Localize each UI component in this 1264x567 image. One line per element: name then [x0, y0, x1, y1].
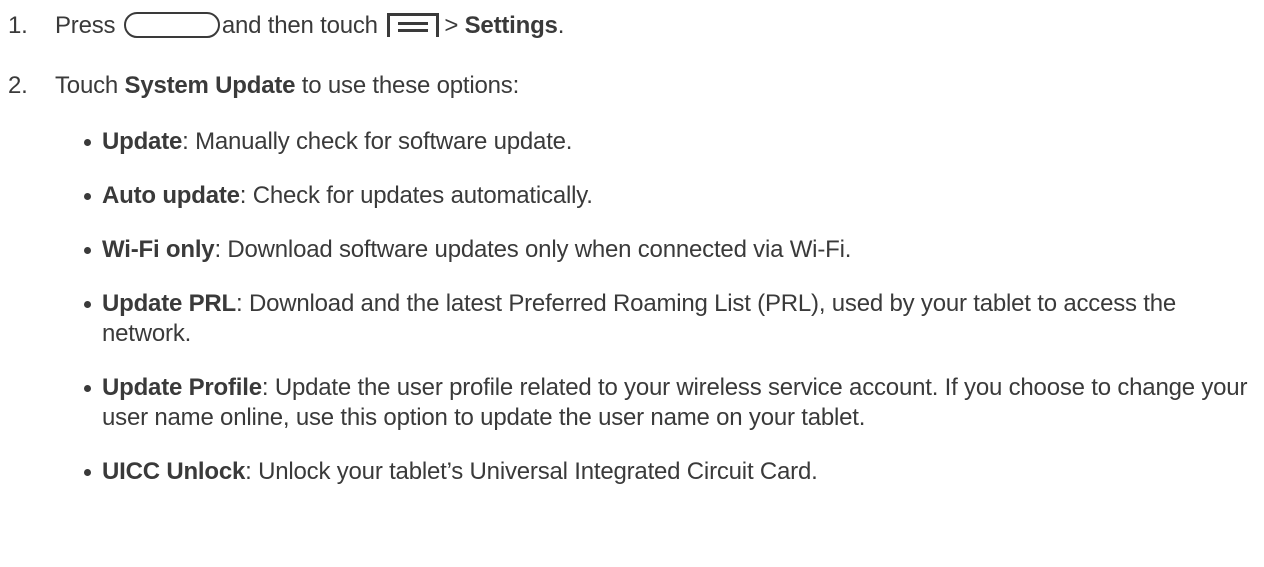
bullet-icon	[84, 193, 91, 200]
step-number: 1.	[8, 12, 28, 39]
bullet-icon	[84, 301, 91, 308]
option-description: : Download software updates only when co…	[214, 236, 852, 263]
list-item: Update: Manually check for software upda…	[84, 127, 1252, 157]
option-term: Update	[102, 128, 183, 155]
step-1: 1. Press and then touch > Settings.	[8, 12, 564, 40]
step-number: 2.	[8, 72, 28, 99]
bullet-icon	[84, 139, 91, 146]
list-item: UICC Unlock: Unlock your tablet’s Univer…	[84, 457, 1252, 487]
list-item: Update PRL: Download and the latest Pref…	[84, 289, 1252, 349]
list-item: Auto update: Check for updates automatic…	[84, 181, 1252, 211]
option-term: UICC Unlock	[102, 458, 246, 485]
options-list: Update: Manually check for software upda…	[84, 127, 1252, 511]
option-description: : Check for updates automatically.	[239, 182, 593, 209]
option-description: : Update the user profile related to you…	[102, 374, 1248, 431]
home-button-icon	[123, 12, 220, 38]
system-update-label: System Update	[124, 72, 296, 99]
settings-label: Settings	[464, 12, 558, 39]
step-2-rest-text: to use these options:	[301, 72, 520, 99]
step-1-press-text: Press	[55, 12, 116, 39]
step-1-period: .	[557, 12, 565, 39]
option-description: : Manually check for software update.	[182, 128, 573, 155]
option-term: Update Profile	[102, 374, 262, 401]
step-2: 2. Touch System Update to use these optio…	[8, 72, 519, 100]
option-description: : Unlock your tablet’s Universal Integra…	[245, 458, 818, 485]
list-item: Wi-Fi only: Download software updates on…	[84, 235, 1252, 265]
step-1-and-then-touch-text: and then touch	[221, 12, 378, 39]
bullet-icon	[84, 247, 91, 254]
step-2-touch-text: Touch	[55, 72, 119, 99]
bullet-icon	[84, 469, 91, 476]
option-term: Wi-Fi only	[102, 236, 215, 263]
menu-icon	[386, 12, 440, 38]
list-item: Update Profile: Update the user profile …	[84, 373, 1252, 433]
option-term: Auto update	[102, 182, 240, 209]
option-description: : Download and the latest Preferred Roam…	[102, 290, 1177, 347]
option-term: Update PRL	[102, 290, 237, 317]
bullet-icon	[84, 385, 91, 392]
step-1-separator: >	[444, 12, 459, 39]
